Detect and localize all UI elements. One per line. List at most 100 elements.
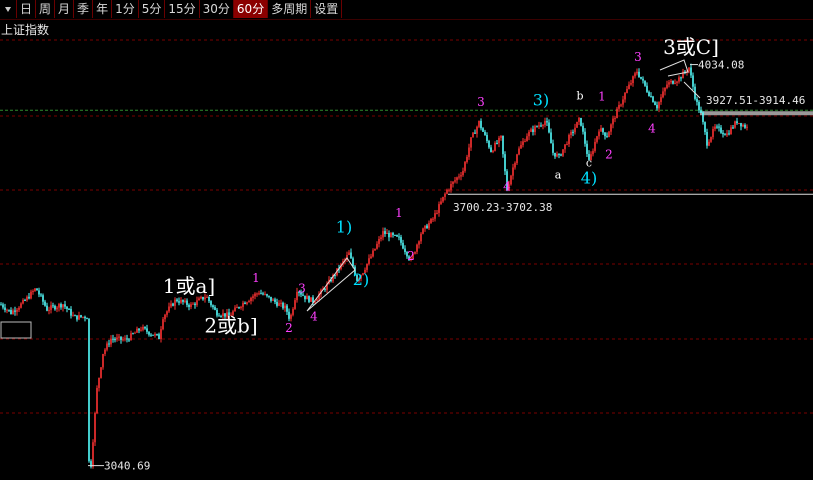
candle-body (642, 78, 644, 81)
candle-body (100, 367, 102, 378)
candle-body (378, 238, 380, 244)
candle-body (20, 303, 22, 308)
price-label: 4034.08 (698, 59, 744, 72)
candle-body (724, 134, 726, 136)
candle-body (474, 132, 476, 134)
candle-body (570, 131, 572, 135)
candle-body (448, 189, 450, 191)
candle-body (700, 110, 702, 113)
candle-body (596, 136, 598, 142)
candle-body (10, 309, 12, 314)
candle-body (210, 301, 212, 306)
candle-body (256, 293, 258, 295)
candle-body (536, 126, 538, 128)
candle-body (154, 334, 156, 336)
candle-body (422, 228, 424, 234)
candle-body (476, 126, 478, 134)
candle-body (400, 237, 402, 243)
candle-body (678, 77, 680, 82)
candle-body (128, 339, 130, 341)
candle-body (592, 150, 594, 155)
candle-body (54, 305, 56, 310)
candle-body (728, 133, 730, 135)
candle-body (568, 134, 570, 145)
candle-body (668, 82, 670, 85)
wave-label: 2) (353, 270, 369, 289)
candle-body (432, 218, 434, 220)
candle-body (472, 132, 474, 138)
candle-body (424, 225, 426, 229)
candle-body (158, 334, 160, 340)
candle-body (198, 298, 200, 301)
candle-body (372, 250, 374, 257)
candle-body (704, 122, 706, 132)
candle-body (742, 124, 744, 127)
candle-body (574, 127, 576, 133)
candle-body (482, 128, 484, 132)
candle-body (32, 291, 34, 293)
candle-body (608, 131, 610, 138)
candle-body (58, 303, 60, 308)
candle-body (554, 152, 556, 157)
candle-body (706, 131, 708, 146)
candle-body (696, 98, 698, 102)
candle-body (74, 315, 76, 317)
candle-body (544, 121, 546, 126)
candle-body (8, 309, 10, 311)
candle-body (282, 302, 284, 309)
wave-label: 1) (336, 218, 352, 237)
wave-label: 2 (407, 249, 415, 263)
candle-body (148, 331, 150, 335)
candle-body (578, 117, 580, 122)
candle-body (380, 237, 382, 239)
candle-body (254, 293, 256, 297)
candle-body (268, 295, 270, 297)
price-label: 3040.69 (104, 460, 150, 473)
candle-body (666, 84, 668, 88)
candle-body (172, 303, 174, 306)
candle-body (712, 128, 714, 138)
candle-body (654, 102, 656, 106)
candle-body (628, 84, 630, 89)
candle-body (460, 175, 462, 177)
candle-body (478, 120, 480, 127)
candle-body (42, 295, 44, 302)
candle-body (614, 118, 616, 120)
candle-body (258, 293, 260, 295)
candle-body (368, 258, 370, 264)
candle-body (698, 101, 700, 111)
candle-body (612, 118, 614, 125)
candle-body (500, 135, 502, 138)
candle-body (672, 80, 674, 84)
candle-body (486, 134, 488, 141)
candle-body (70, 309, 72, 316)
candle-body (630, 83, 632, 85)
candle-body (114, 339, 116, 341)
wave-label: 3 (298, 281, 306, 295)
candle-body (250, 297, 252, 302)
candle-body (600, 128, 602, 132)
candle-body (446, 189, 448, 194)
candle-body (504, 154, 506, 172)
candle-body (604, 132, 606, 137)
candle-body (36, 288, 38, 291)
candle-body (692, 75, 694, 87)
wave-label: 1 (395, 206, 403, 220)
candle-body (708, 141, 710, 146)
wave-label: 4 (648, 121, 656, 135)
candle-body (584, 131, 586, 144)
candle-body (624, 92, 626, 100)
candle-body (306, 296, 308, 300)
wave-label: 4) (581, 168, 597, 187)
candle-body (386, 233, 388, 235)
candle-body (532, 129, 534, 133)
kline-chart[interactable]: 4034.08 3927.51-3914.46 3700.23-3702.38 304… (0, 0, 813, 480)
candle-body (514, 163, 516, 168)
candle-body (166, 311, 168, 315)
candle-body (384, 231, 386, 234)
candle-body (586, 143, 588, 154)
candle-body (106, 343, 108, 350)
candle-body (662, 91, 664, 98)
candle-body (44, 301, 46, 306)
candle-body (676, 81, 678, 83)
